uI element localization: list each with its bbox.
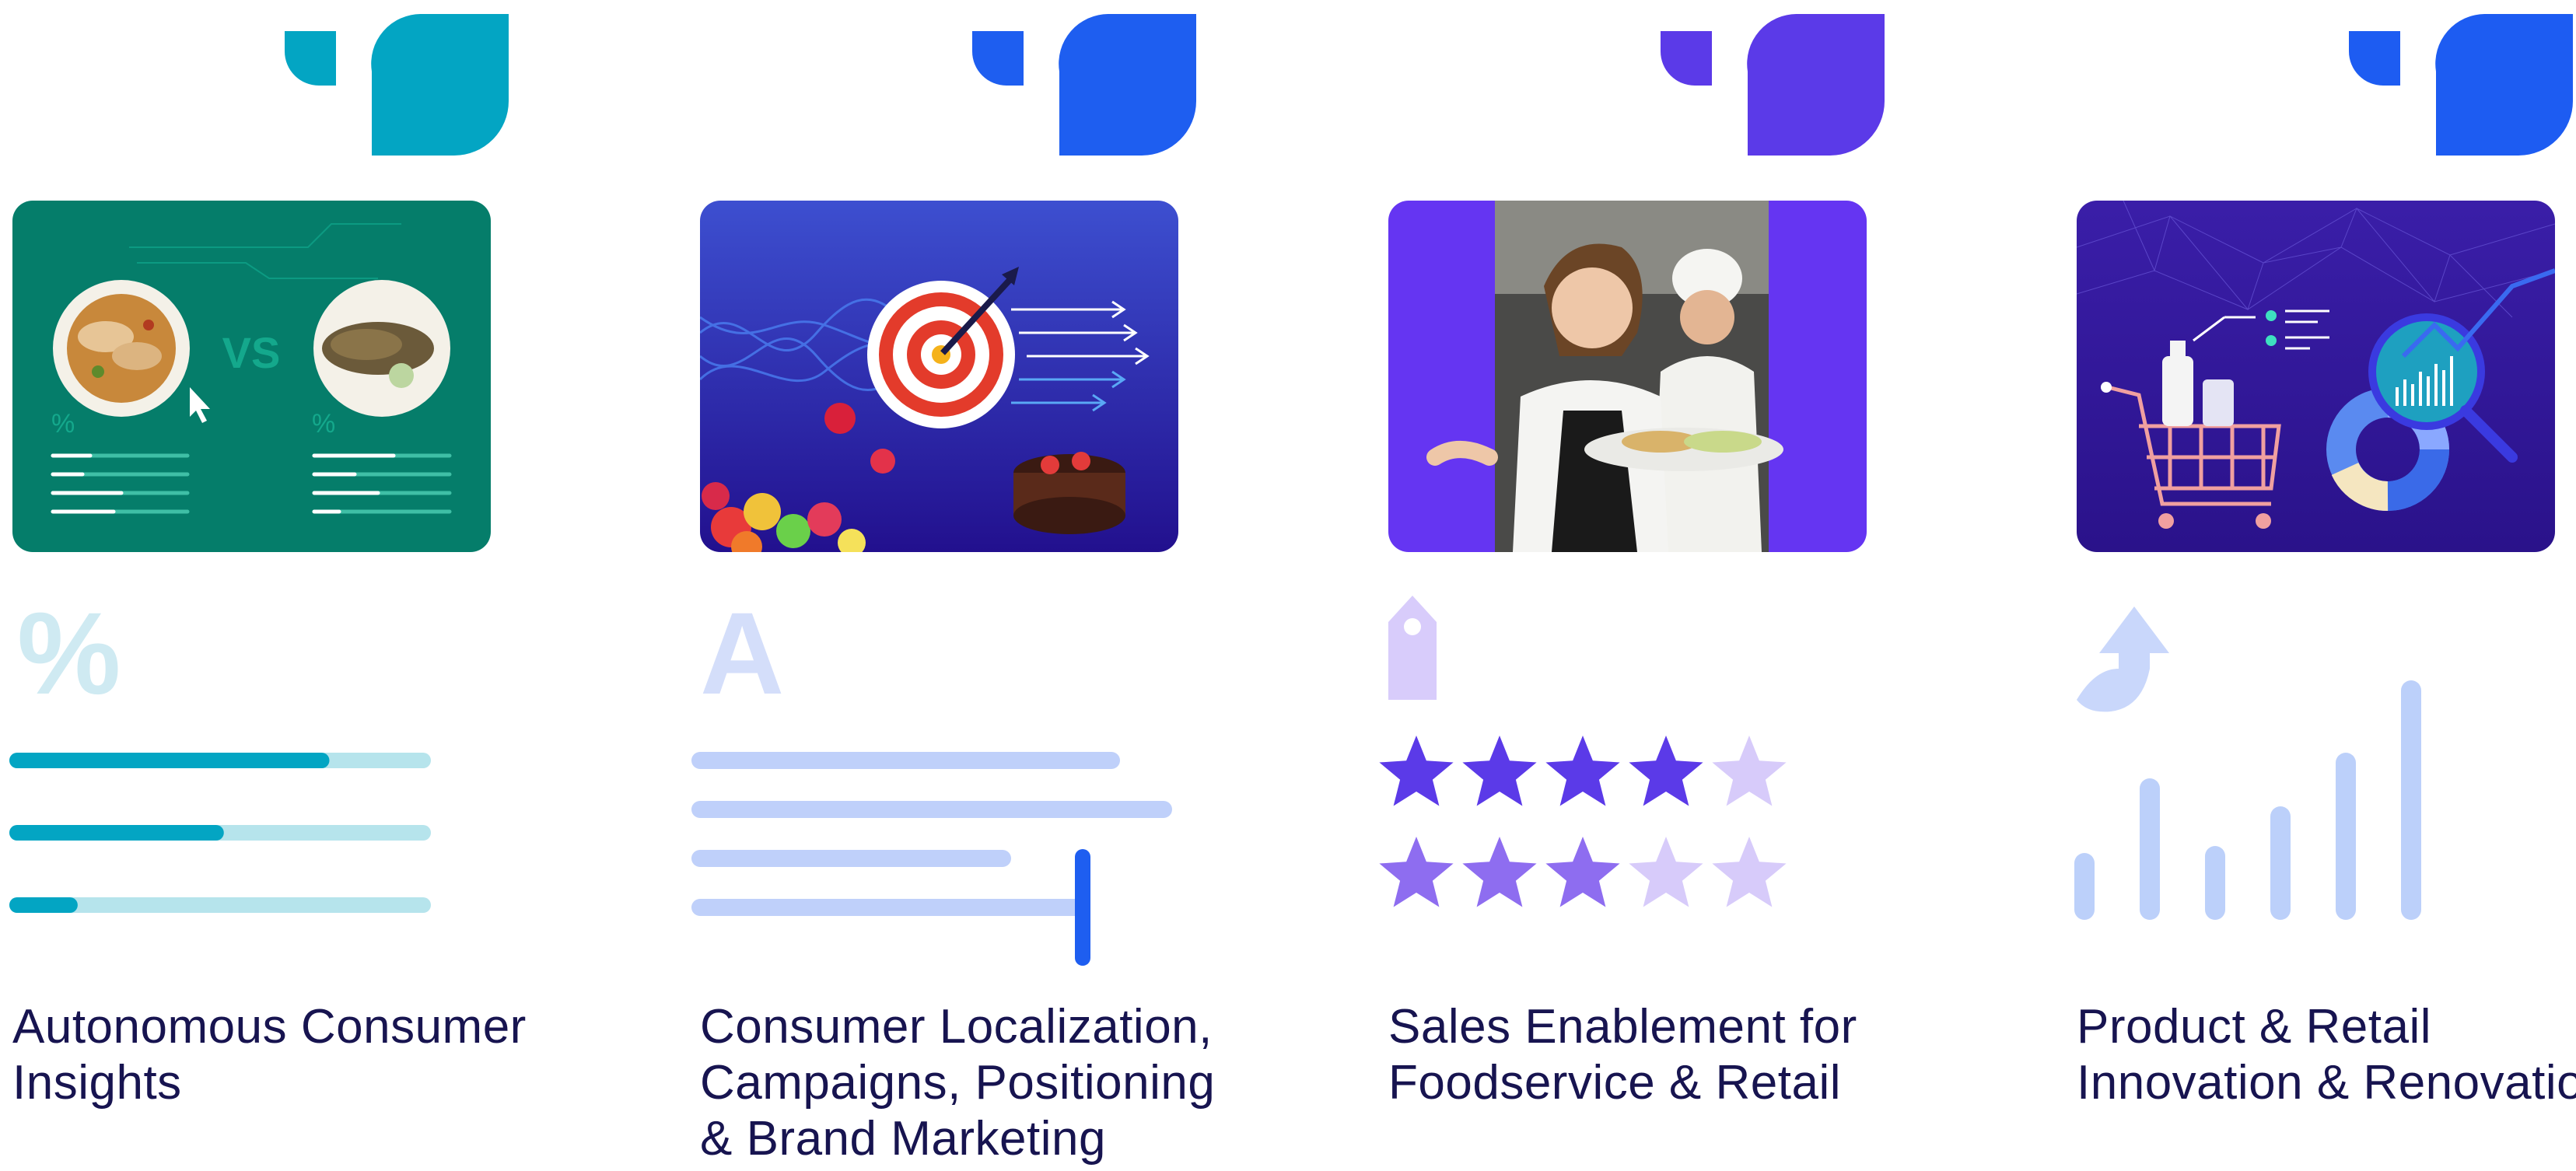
percent-icon: %	[17, 591, 121, 718]
pct-left-label: %	[51, 409, 75, 439]
star-icon	[1545, 837, 1620, 907]
food-comparison-image: VS % %	[12, 201, 491, 552]
feature-card-sales[interactable]: Sales Enablement for Foodservice & Retai…	[1376, 0, 1920, 1171]
card-title: Autonomous Consumer Insights	[12, 1000, 527, 1110]
foodservice-staff-image	[1388, 201, 1867, 552]
leaf-logo-icon	[972, 14, 1196, 156]
text-letter-icon: A	[700, 591, 784, 718]
ratings-illustration	[1376, 591, 1920, 980]
star-icon	[1379, 736, 1454, 806]
feature-card-insights[interactable]: VS % % % Autonomous Consumer Insights	[0, 0, 544, 1171]
card-title: Product & Retail Innovation & Renovation	[2077, 1000, 2576, 1110]
progress-bars	[9, 753, 431, 913]
star-icon	[1712, 837, 1787, 907]
card-title: Sales Enablement for Foodservice & Retai…	[1388, 1000, 1857, 1110]
target-campaign-image	[700, 201, 1178, 552]
price-tag-icon	[1388, 596, 1437, 700]
star-icon	[1462, 736, 1537, 806]
bar-chart	[2074, 680, 2421, 920]
vs-label: VS	[222, 328, 281, 377]
text-lines-illustration: A	[688, 591, 1232, 980]
star-icon	[1545, 736, 1620, 806]
leaf-logo-icon	[285, 14, 509, 156]
leaf-logo-icon	[2349, 14, 2573, 156]
leaf-logo-icon	[1661, 14, 1885, 156]
feature-card-innovation[interactable]: Product & Retail Innovation & Renovation	[2064, 0, 2576, 1171]
progress-illustration: %	[0, 591, 544, 980]
star-icon	[1712, 736, 1787, 806]
retail-analytics-image	[2077, 201, 2555, 552]
feature-card-marketing[interactable]: A Consumer Localization, Campaigns, Posi…	[688, 0, 1232, 1171]
star-icon	[1629, 736, 1703, 806]
star-icon	[1379, 837, 1454, 907]
bar-chart-illustration	[2064, 591, 2576, 980]
card-title: Consumer Localization, Campaigns, Positi…	[700, 1000, 1216, 1166]
star-icon	[1629, 837, 1703, 907]
star-icon	[1462, 837, 1537, 907]
pct-right-label: %	[312, 409, 335, 439]
star-ratings	[1379, 736, 1787, 907]
up-arrow-icon	[2077, 606, 2169, 712]
